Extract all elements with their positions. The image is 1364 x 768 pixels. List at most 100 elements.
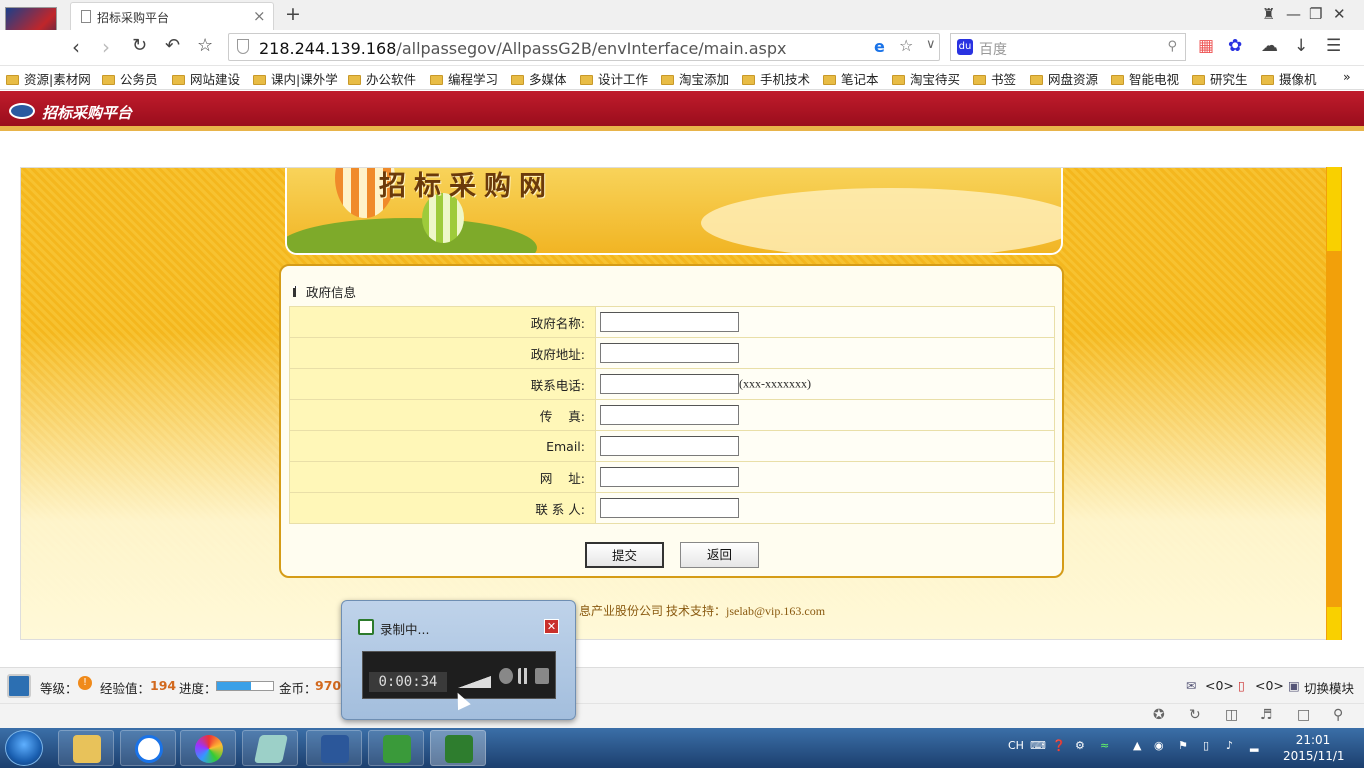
settings-icon[interactable]: ⚙ [1075, 739, 1085, 752]
start-button[interactable] [5, 730, 43, 766]
menu-icon[interactable]: ☰ [1326, 36, 1341, 56]
trash-icon[interactable]: ◫ [1225, 707, 1238, 723]
bookmark-item[interactable]: 摄像机 [1261, 69, 1317, 88]
level-label: 等级： [40, 681, 78, 696]
refresh-icon[interactable]: ↻ [1189, 707, 1201, 723]
search-icon[interactable]: ⚲ [1167, 39, 1177, 54]
keyboard-icon[interactable]: ⌨ [1030, 739, 1046, 752]
bookmark-item[interactable]: 研究生 [1192, 69, 1248, 88]
bookmark-item[interactable]: 书签 [973, 69, 1016, 88]
taskbar-browser[interactable] [180, 730, 236, 766]
close-icon[interactable]: ✕ [544, 619, 559, 634]
mail-icon[interactable]: ✉ [1186, 678, 1196, 693]
chevron-down-icon[interactable]: ∨ [926, 37, 936, 52]
gov-address-field[interactable] [600, 343, 739, 363]
back-button[interactable]: 返回 [680, 542, 759, 568]
taskbar-app[interactable] [242, 730, 298, 766]
close-button[interactable]: ✕ [1333, 5, 1346, 23]
help-icon[interactable]: ❓ [1052, 739, 1066, 752]
zoom-icon[interactable]: ⚲ [1333, 707, 1343, 723]
shirt-icon[interactable]: ♜ [1262, 5, 1275, 23]
wifi-icon[interactable]: ≈ [1100, 739, 1109, 752]
bookmark-item[interactable]: 智能电视 [1111, 69, 1179, 88]
bookmark-item[interactable]: 课内|课外学 [253, 69, 338, 88]
message-icon[interactable]: ▯ [1238, 678, 1245, 693]
taskbar-word[interactable] [306, 730, 362, 766]
url-text: 218.244.139.168/allpassegov/AllpassG2B/e… [259, 39, 787, 58]
back-icon[interactable]: ‹ [72, 35, 80, 59]
ie-mode-icon[interactable]: e [874, 37, 885, 56]
message-count[interactable]: <0> [1255, 678, 1284, 693]
folder-icon [892, 75, 905, 85]
bookmark-label: 课内|课外学 [271, 72, 338, 87]
bookmark-item[interactable]: 办公软件 [348, 69, 416, 88]
pin-icon[interactable]: ✪ [1153, 707, 1165, 723]
apps-grid-icon[interactable]: ▦ [1198, 36, 1214, 56]
bookmark-item[interactable]: 手机技术 [742, 69, 810, 88]
folder-icon [348, 75, 361, 85]
contact-person-field[interactable] [600, 498, 739, 518]
bookmark-item[interactable]: 网站建设 [172, 69, 240, 88]
browser-tab[interactable]: 招标采购平台 × [70, 2, 274, 30]
bookmark-item[interactable]: 笔记本 [823, 69, 879, 88]
bookmark-item[interactable]: 编程学习 [430, 69, 498, 88]
fax-field[interactable] [600, 405, 739, 425]
speaker-icon[interactable]: ♪ [1226, 739, 1233, 752]
page-scrollbar[interactable] [1326, 167, 1342, 640]
tray-expand-icon[interactable]: ▲ [1133, 739, 1141, 752]
bookmark-item[interactable]: 公务员 [102, 69, 158, 88]
download-icon[interactable]: ↓ [1294, 36, 1308, 56]
field-cell [595, 430, 1055, 462]
volume-icon[interactable]: ♬ [1260, 707, 1273, 723]
delete-icon[interactable] [499, 668, 513, 684]
forward-icon[interactable]: › [102, 35, 110, 59]
flag-icon[interactable]: ⚑ [1178, 739, 1188, 752]
switch-module-button[interactable]: 切换模块 [1304, 678, 1354, 697]
language-indicator[interactable]: CH [1008, 739, 1024, 752]
reload-icon[interactable]: ↻ [132, 35, 147, 56]
exp-label: 经验值： [100, 681, 151, 696]
bookmark-item[interactable]: 设计工作 [580, 69, 648, 88]
app-logo-icon[interactable] [7, 674, 31, 698]
minimize-button[interactable]: — [1286, 5, 1301, 23]
system-clock[interactable]: 21:01 2015/11/1 [1283, 732, 1345, 764]
email-field[interactable] [600, 436, 739, 456]
maximize-button[interactable]: ❐ [1309, 5, 1322, 23]
scrollbar-thumb[interactable] [1327, 167, 1341, 251]
address-bar[interactable]: 218.244.139.168/allpassegov/AllpassG2B/e… [228, 33, 940, 61]
field-cell [595, 461, 1055, 493]
phone-field[interactable] [600, 374, 739, 394]
bookmark-item[interactable]: 淘宝待买 [892, 69, 960, 88]
favorite-star-icon[interactable]: ☆ [197, 35, 213, 56]
stop-icon[interactable] [535, 668, 549, 684]
tab-close-icon[interactable]: × [253, 7, 266, 25]
bookmark-item[interactable]: 淘宝添加 [661, 69, 729, 88]
progress-fill [217, 682, 251, 690]
bookmark-item[interactable]: 多媒体 [511, 69, 567, 88]
website-field[interactable] [600, 467, 739, 487]
bookmark-item[interactable]: 资源|素材网 [6, 69, 91, 88]
folder-icon [102, 75, 115, 85]
app-tray-icon[interactable]: ◉ [1154, 739, 1164, 752]
window-icon[interactable]: □ [1297, 707, 1310, 723]
taskbar-camtasia-recorder[interactable] [430, 730, 486, 766]
pause-icon[interactable] [518, 668, 528, 684]
cloud-icon[interactable]: ☁ [1261, 36, 1278, 56]
gov-name-field[interactable] [600, 312, 739, 332]
signal-icon[interactable]: ▂ [1250, 739, 1258, 752]
info-form: 政府名称: 政府地址: 联系电话: (xxx-xxxxxxx) 传 真: Ema… [289, 306, 1055, 524]
taskbar-camtasia[interactable] [368, 730, 424, 766]
new-tab-button[interactable]: + [285, 3, 301, 25]
mail-count[interactable]: <0> [1205, 678, 1234, 693]
usb-icon[interactable]: ▯ [1203, 739, 1209, 752]
bookmarks-more-icon[interactable]: » [1343, 69, 1351, 84]
submit-button[interactable]: 提交 [585, 542, 664, 568]
taskbar-explorer[interactable] [58, 730, 114, 766]
bookmark-star-icon[interactable]: ☆ [899, 36, 913, 55]
search-box[interactable]: du 百度 ⚲ [950, 33, 1186, 61]
undo-icon[interactable]: ↶ [165, 35, 180, 56]
bookmark-item[interactable]: 网盘资源 [1030, 69, 1098, 88]
site-logo-icon [9, 103, 35, 119]
taskbar-k-app[interactable] [120, 730, 176, 766]
baidu-icon[interactable]: ✿ [1228, 36, 1242, 56]
